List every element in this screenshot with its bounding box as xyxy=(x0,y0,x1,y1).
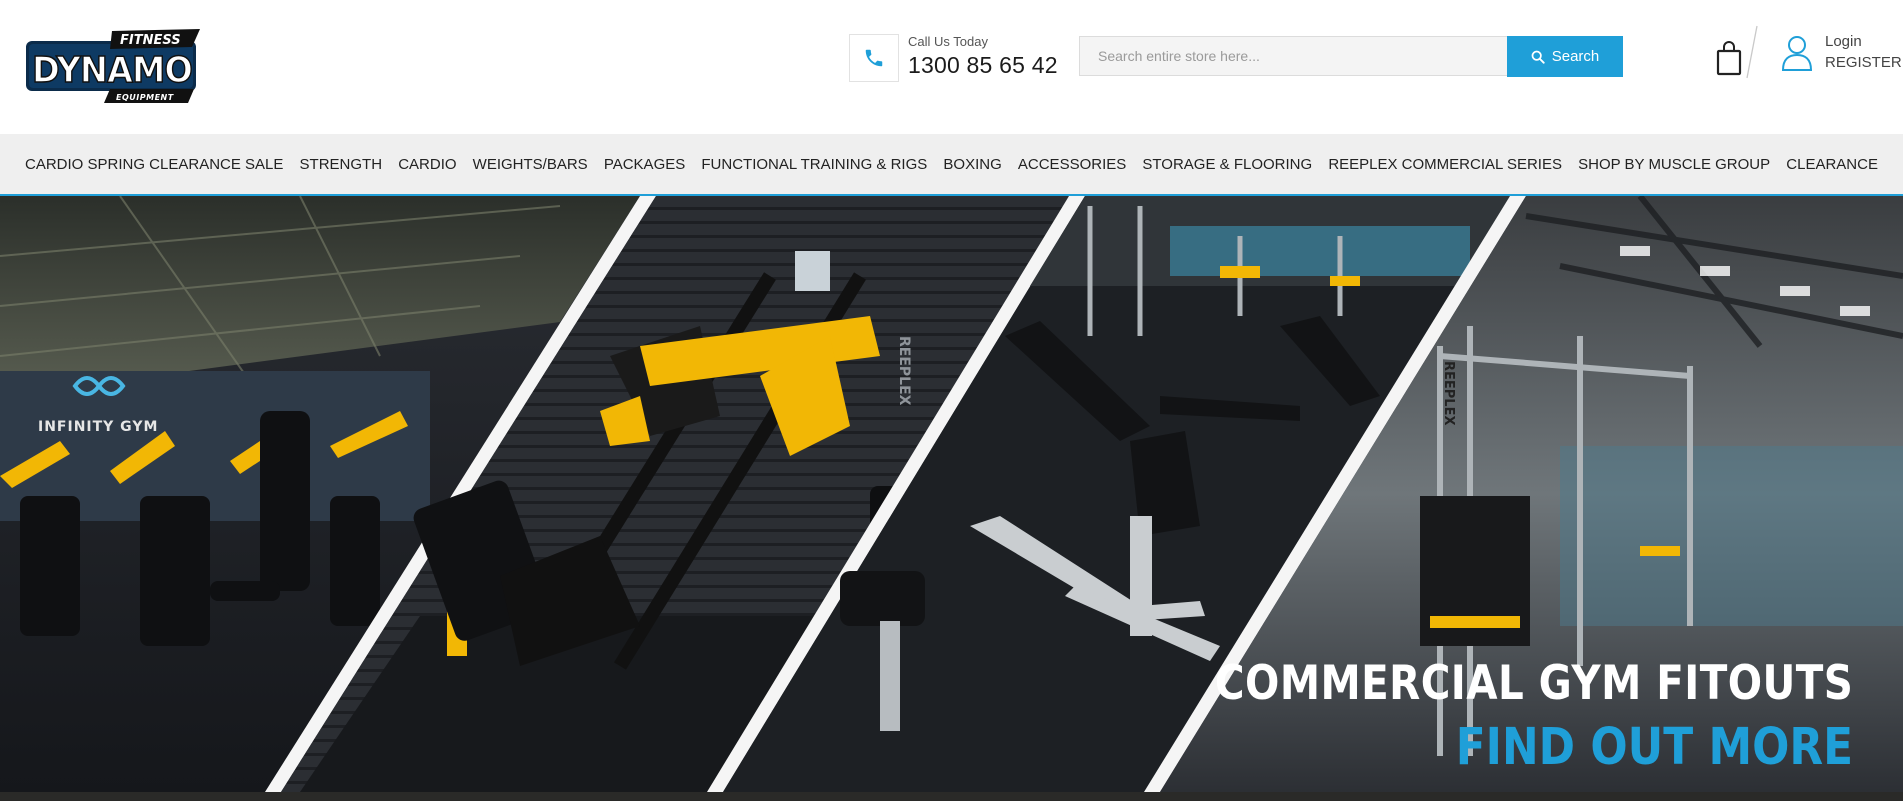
search-input[interactable] xyxy=(1079,36,1508,76)
main-nav: CARDIO SPRING CLEARANCE SALE STRENGTH CA… xyxy=(0,134,1903,196)
logo-tag-fitness: FITNESS xyxy=(120,33,181,48)
nav-item-clearance[interactable]: CLEARANCE xyxy=(1786,156,1878,173)
shopping-bag-icon[interactable] xyxy=(1716,40,1742,76)
phone-icon xyxy=(865,49,883,67)
nav-item-boxing[interactable]: BOXING xyxy=(943,156,1001,173)
find-out-more-link[interactable]: FIND OUT MORE xyxy=(1456,718,1853,777)
nav-item-reeplex-commercial-series[interactable]: REEPLEX COMMERCIAL SERIES xyxy=(1328,156,1562,173)
dynamo-logo[interactable]: FITNESS DYNAMO EQUIPMENT xyxy=(24,27,200,107)
infinity-gym-sign: INFINITY GYM xyxy=(38,419,158,435)
account-icon[interactable] xyxy=(1780,34,1814,72)
next-banner-strip xyxy=(0,792,1903,801)
call-label: Call Us Today xyxy=(908,34,988,49)
nav-item-cardio-spring-clearance-sale[interactable]: CARDIO SPRING CLEARANCE SALE xyxy=(25,156,283,173)
panel4-brand: REEPLEX xyxy=(1441,361,1456,426)
search-button[interactable]: Search xyxy=(1507,36,1623,77)
call-number[interactable]: 1300 85 65 42 xyxy=(908,52,1058,79)
panel2-brand: REEPLEX xyxy=(896,336,912,406)
search-button-label: Search xyxy=(1551,48,1600,65)
site-header: FITNESS DYNAMO EQUIPMENT Call Us Today 1… xyxy=(0,0,1903,134)
nav-item-weights-bars[interactable]: WEIGHTS/BARS xyxy=(473,156,588,173)
header-divider xyxy=(1746,25,1758,79)
nav-item-storage-flooring[interactable]: STORAGE & FLOORING xyxy=(1142,156,1312,173)
login-link[interactable]: Login xyxy=(1825,33,1862,50)
nav-item-accessories[interactable]: ACCESSORIES xyxy=(1018,156,1126,173)
hero-title: COMMERCIAL GYM FITOUTS xyxy=(1214,656,1853,711)
phone-icon-box xyxy=(849,34,899,82)
hero-banner[interactable]: INFINITY GYM REEPLEX REEPLEX COMMERCIAL … xyxy=(0,196,1903,792)
nav-item-cardio[interactable]: CARDIO xyxy=(398,156,456,173)
nav-item-packages[interactable]: PACKAGES xyxy=(604,156,685,173)
logo-tag-equipment: EQUIPMENT xyxy=(116,93,174,102)
nav-item-shop-by-muscle-group[interactable]: SHOP BY MUSCLE GROUP xyxy=(1578,156,1770,173)
nav-item-strength[interactable]: STRENGTH xyxy=(300,156,383,173)
nav-item-functional-training-rigs[interactable]: FUNCTIONAL TRAINING & RIGS xyxy=(701,156,927,173)
logo-wordmark: DYNAMO xyxy=(32,50,192,91)
register-link[interactable]: REGISTER xyxy=(1825,54,1902,71)
search-icon xyxy=(1531,50,1545,64)
